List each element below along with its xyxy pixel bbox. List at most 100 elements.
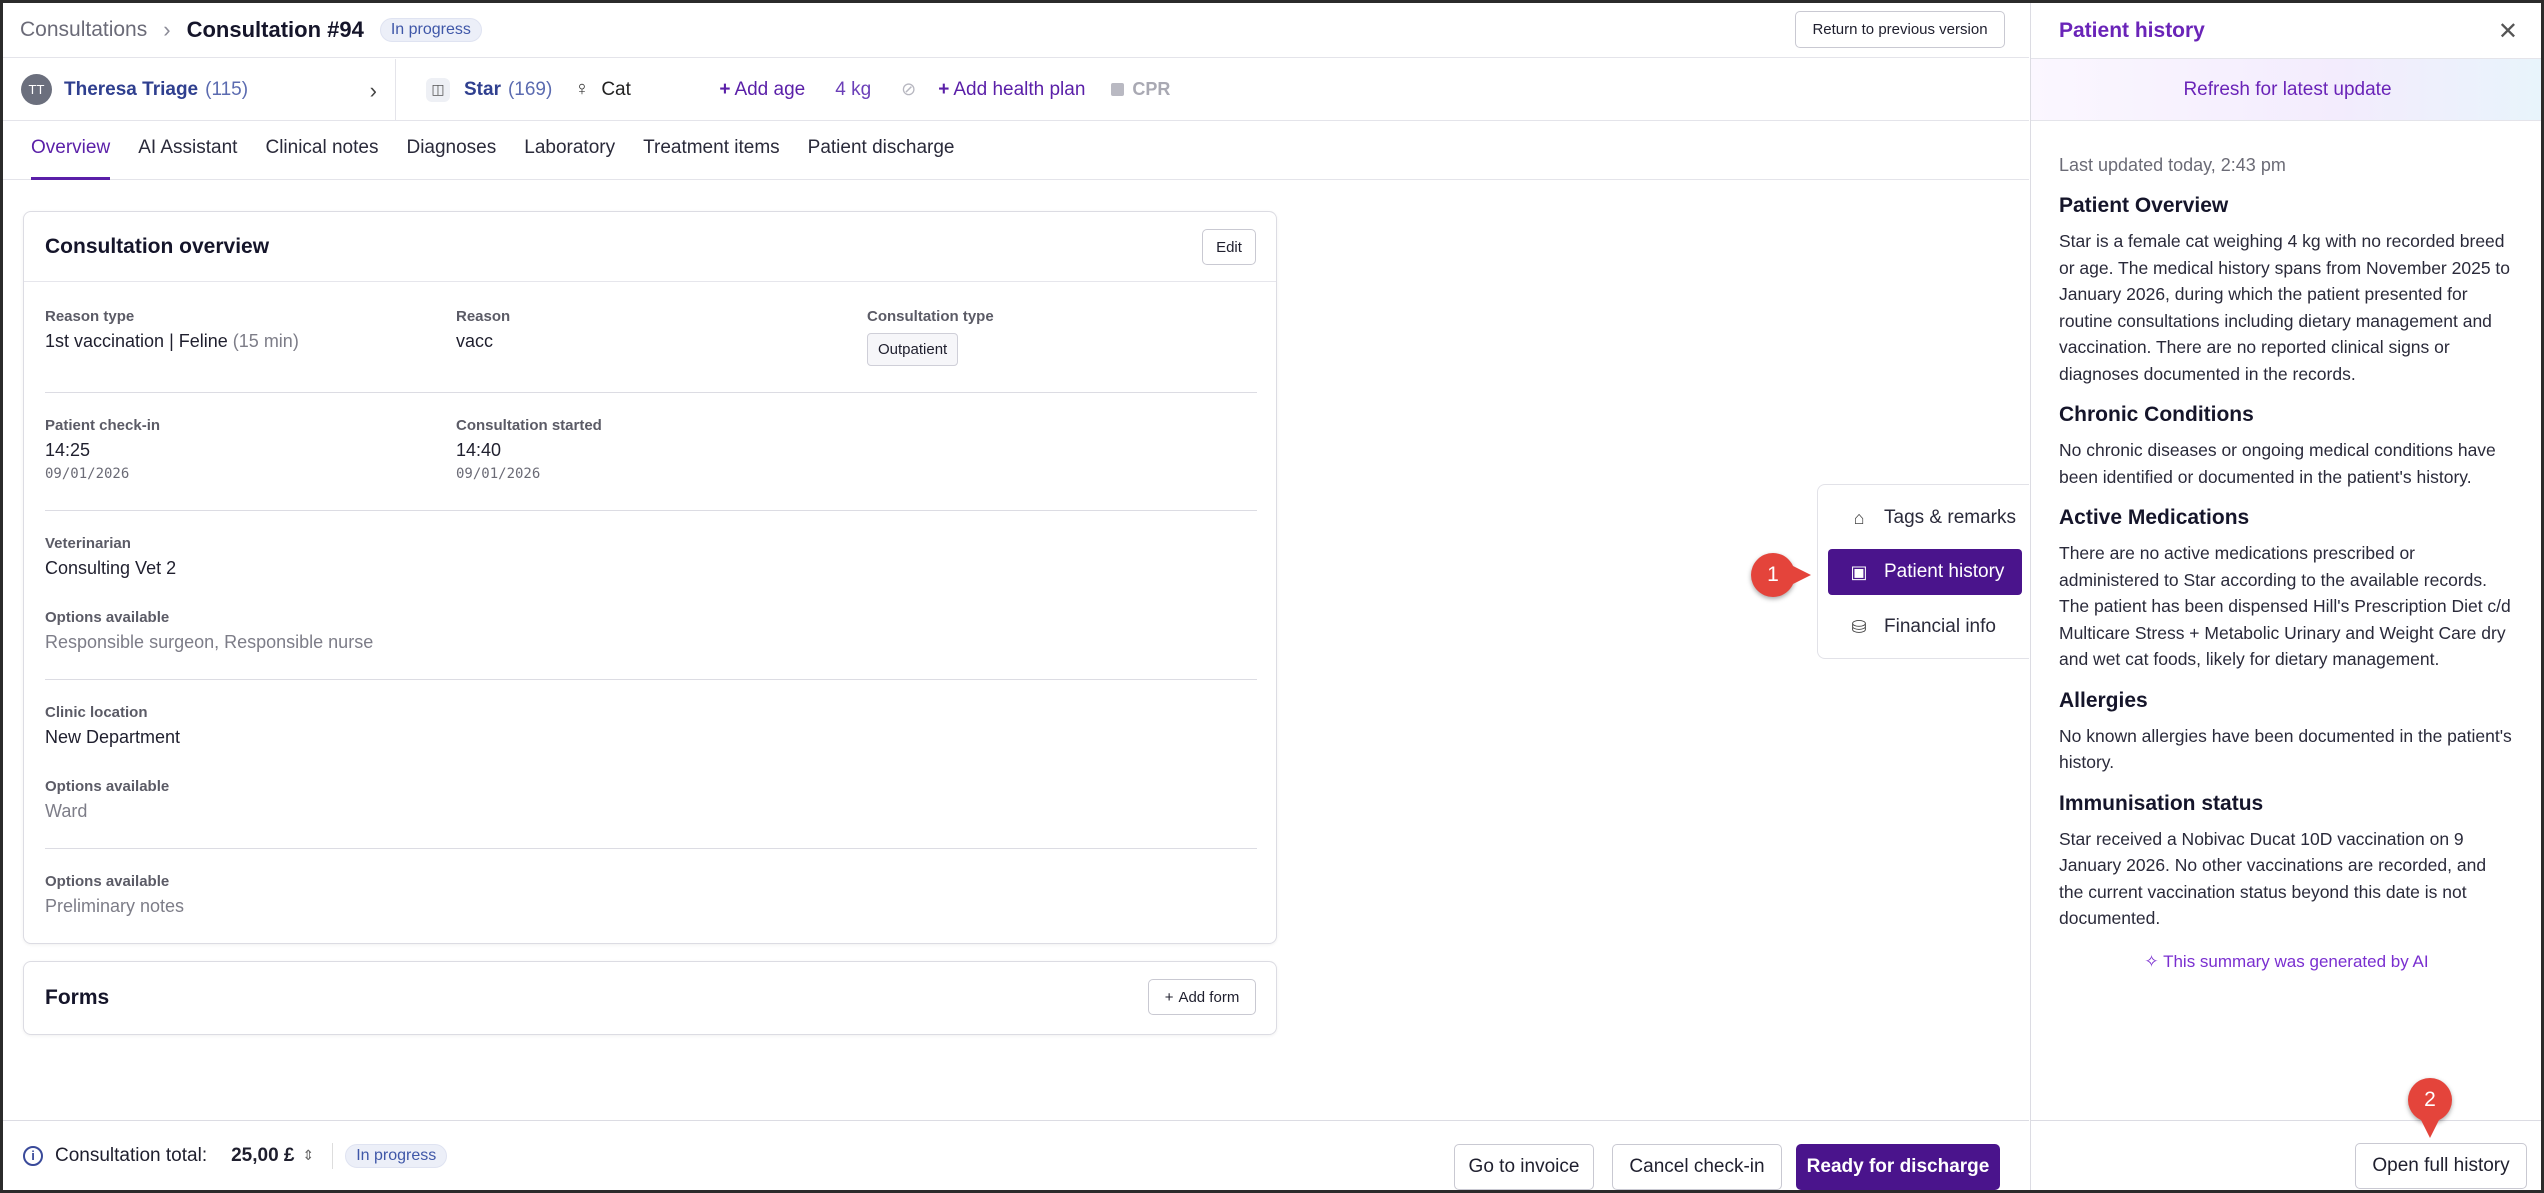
plus-icon: +: [719, 78, 731, 100]
field-label: Consultation type: [867, 308, 994, 325]
field-value: 14:25: [45, 440, 91, 460]
field-value: vacc: [456, 331, 494, 351]
field-value: 14:40: [456, 440, 502, 460]
app-window: Consultations › Consultation #94 In prog…: [0, 0, 2544, 1193]
female-icon: ♀: [574, 78, 590, 100]
plus-icon: +: [938, 78, 950, 100]
cpr-icon: [1111, 83, 1125, 96]
ai-note-text: This summary was generated by AI: [2163, 951, 2429, 971]
card-title: Consultation overview: [45, 234, 270, 258]
field-date: 09/01/2026: [45, 466, 130, 482]
side-item-financial-info[interactable]: ⛁ Financial info: [1828, 604, 2022, 650]
reason-type-duration: (15 min): [232, 331, 299, 351]
field-value: New Department: [45, 727, 181, 747]
open-full-history-button[interactable]: Open full history: [2355, 1143, 2527, 1189]
side-item-tags-remarks[interactable]: ⌂ Tags & remarks: [1828, 495, 2022, 541]
sort-icon[interactable]: ⇕: [303, 1147, 315, 1164]
pet-id: (169): [507, 78, 553, 100]
field-label: Options available: [45, 873, 170, 890]
field-label: Options available: [45, 609, 170, 626]
notes-options-field: Options available Preliminary notes: [45, 873, 184, 917]
section-text: There are no active medications prescrib…: [2059, 543, 2511, 669]
cancel-checkin-button[interactable]: Cancel check-in: [1612, 1144, 1782, 1190]
consultation-type-field: Consultation type Outpatient: [867, 308, 994, 366]
card-header: Consultation overview: [24, 212, 1276, 282]
client-selector[interactable]: TT Theresa Triage (115) ›: [3, 58, 396, 121]
status-badge: In progress: [345, 1143, 448, 1168]
patient-history-panel: Patient history ✕ Refresh for latest upd…: [2030, 3, 2541, 1190]
history-icon: ▣: [1850, 561, 1868, 582]
field-value: Consulting Vet 2: [45, 558, 177, 578]
chevron-right-icon: ›: [163, 17, 171, 42]
section-heading: Chronic Conditions: [2059, 403, 2254, 426]
section-text: Star received a Nobivac Ducat 10D vaccin…: [2059, 828, 2487, 929]
edit-button[interactable]: Edit: [1202, 229, 1256, 265]
side-item-patient-history[interactable]: ▣ Patient history: [1828, 549, 2022, 595]
field-date: 09/01/2026: [456, 466, 541, 482]
tab-laboratory[interactable]: Laboratory: [510, 137, 629, 179]
panel-title: Patient history: [2059, 18, 2205, 42]
tab-overview[interactable]: Overview: [17, 137, 124, 180]
go-to-invoice-button[interactable]: Go to invoice: [1454, 1144, 1594, 1190]
section-text: Star is a female cat weighing 4 kg with …: [2059, 231, 2511, 384]
tag-icon: ⌂: [1853, 507, 1865, 528]
cpr-label: CPR: [1132, 79, 1171, 99]
field-label: Veterinarian: [45, 535, 131, 552]
add-age-button[interactable]: + Add age: [719, 79, 805, 101]
cat-icon: ◫: [426, 77, 450, 102]
close-icon[interactable]: ✕: [2498, 17, 2518, 46]
reason-type-value: 1st vaccination | Feline: [45, 331, 228, 351]
field-value: Responsible surgeon, Responsible nurse: [45, 632, 374, 652]
divider: [45, 510, 1257, 511]
tab-diagnoses[interactable]: Diagnoses: [392, 137, 510, 179]
veterinarian-field: Veterinarian Consulting Vet 2: [45, 535, 176, 579]
chevron-right-icon[interactable]: ›: [370, 78, 377, 104]
field-value: Preliminary notes: [45, 896, 185, 916]
history-summary: Last updated today, 2:43 pm Patient Over…: [2031, 121, 2541, 972]
avatar: TT: [21, 74, 52, 105]
neutered-icon: ⊘: [901, 79, 917, 99]
add-form-button[interactable]: + Add form: [1148, 979, 1256, 1015]
add-health-plan-button[interactable]: + Add health plan: [938, 79, 1085, 101]
clinic-options-field: Options available Ward: [45, 778, 169, 822]
total-label: Consultation total:: [55, 1144, 208, 1166]
tab-treatment-items[interactable]: Treatment items: [629, 137, 794, 179]
forms-card: Forms + Add form: [23, 961, 1277, 1035]
panel-header: Patient history ✕: [2031, 3, 2541, 59]
info-icon[interactable]: i: [23, 1145, 43, 1166]
field-value: 1st vaccination | Feline (15 min): [45, 331, 299, 352]
tab-patient-discharge[interactable]: Patient discharge: [794, 137, 969, 179]
divider: [45, 679, 1257, 680]
weight-value[interactable]: 4 kg: [835, 79, 871, 101]
client-name[interactable]: Theresa Triage: [64, 79, 198, 101]
ready-for-discharge-button[interactable]: Ready for discharge: [1796, 1144, 2000, 1190]
divider: [332, 1142, 334, 1169]
field-label: Patient check-in: [45, 417, 161, 434]
field-value: Ward: [45, 801, 88, 821]
add-health-plan-label: Add health plan: [953, 78, 1086, 100]
client-id: (115): [205, 78, 249, 100]
tab-ai-assistant[interactable]: AI Assistant: [124, 137, 251, 179]
tab-clinical-notes[interactable]: Clinical notes: [251, 137, 392, 179]
cpr-status: CPR: [1111, 79, 1170, 100]
total-value[interactable]: 25,00 £: [231, 1145, 294, 1167]
breadcrumb-consultations-link[interactable]: Consultations: [20, 18, 147, 42]
return-to-previous-version-button[interactable]: Return to previous version: [1795, 11, 2005, 48]
section-text: No chronic diseases or ongoing medical c…: [2059, 440, 2496, 487]
refresh-button[interactable]: Refresh for latest update: [2031, 59, 2541, 121]
ai-note: ✧ This summary was generated by AI: [2059, 952, 2514, 972]
field-label: Consultation started: [456, 417, 602, 434]
reason-type-field: Reason type 1st vaccination | Feline (15…: [45, 308, 299, 352]
side-item-label: Financial info: [1884, 616, 1996, 637]
section-heading: Immunisation status: [2059, 791, 2264, 815]
reason-field: Reason vacc: [456, 308, 510, 352]
sparkle-icon: ✧: [2144, 951, 2164, 971]
divider: [45, 848, 1257, 849]
panel-footer: Open full history: [2031, 1120, 2541, 1190]
annotation-marker-1: 1: [1751, 553, 1811, 597]
started-field: Consultation started 14:40 09/01/2026: [456, 417, 602, 482]
field-label: Reason: [456, 308, 511, 325]
page-title: Consultation #94: [186, 17, 364, 42]
pet-name[interactable]: Star: [464, 79, 501, 101]
section-text: No known allergies have been documented …: [2059, 725, 2512, 773]
